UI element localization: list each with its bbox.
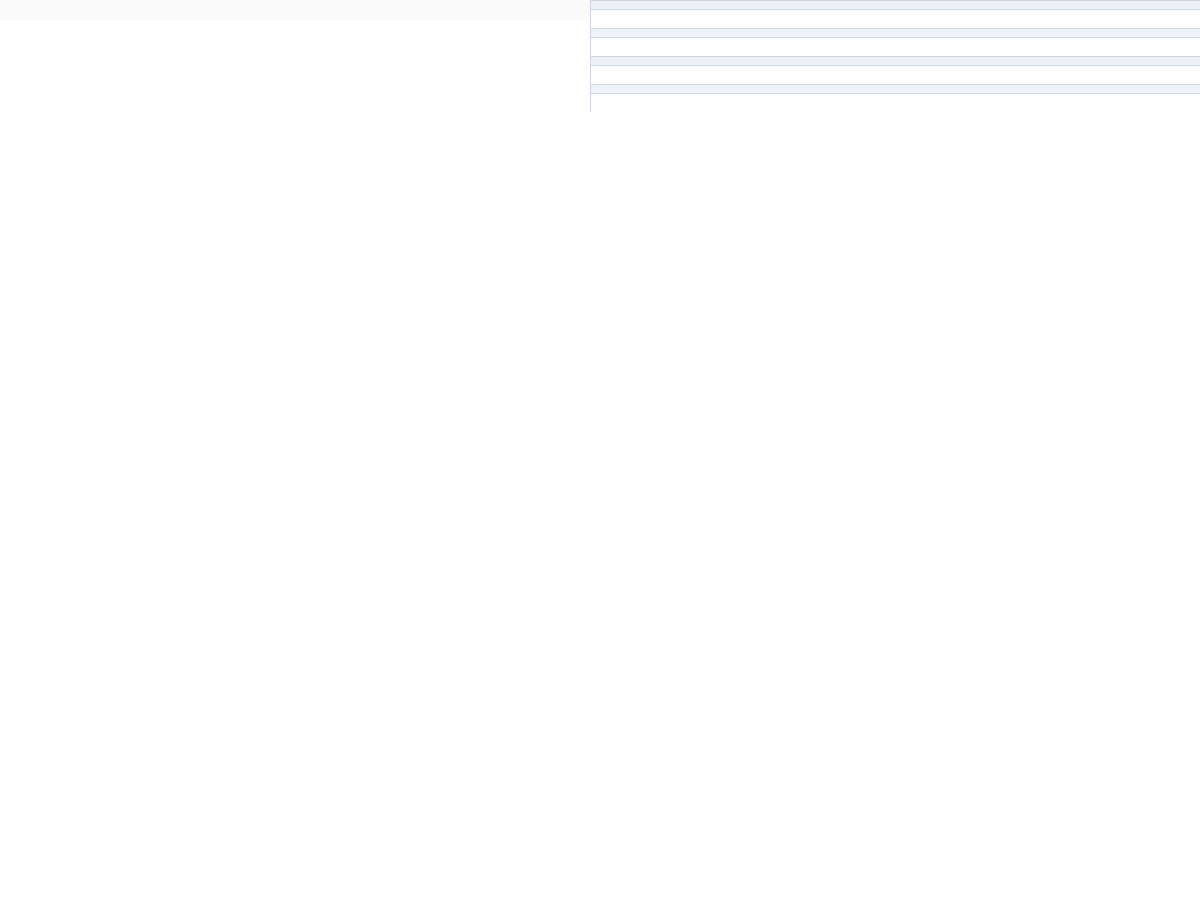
category-body-ratings — [591, 94, 1200, 112]
category-body-directional — [591, 10, 1200, 28]
category-body-shapes — [591, 38, 1200, 56]
category-header-ratings — [591, 84, 1200, 94]
category-body-indicators — [591, 66, 1200, 84]
icon-set-categories-panel — [590, 0, 1200, 112]
category-header-shapes — [591, 28, 1200, 38]
category-header-directional — [591, 0, 1200, 10]
category-header-indicators — [591, 56, 1200, 66]
icon-sets-left-panel — [0, 0, 590, 20]
